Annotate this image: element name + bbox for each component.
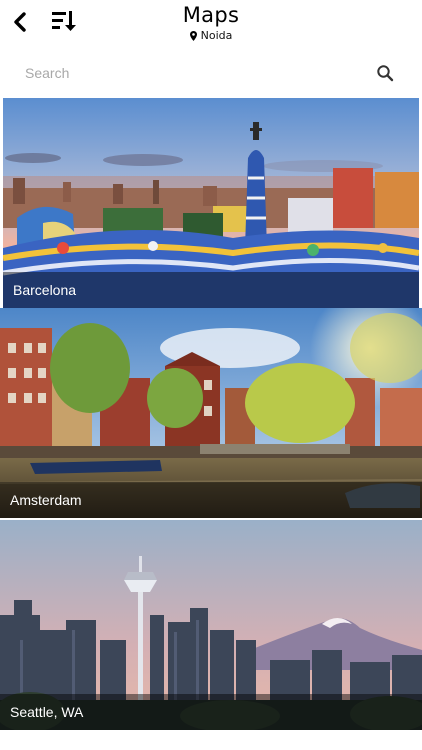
page-title: Maps <box>182 3 240 27</box>
city-name: Amsterdam <box>10 492 82 508</box>
city-name: Seattle, WA <box>10 704 84 720</box>
city-card-seattle[interactable]: Seattle, WA <box>0 520 422 730</box>
search-input[interactable] <box>12 58 352 88</box>
city-name: Barcelona <box>13 282 77 298</box>
chevron-left-icon <box>14 12 26 32</box>
app-header: Maps Noida <box>0 0 422 50</box>
location-selector[interactable]: Noida <box>189 29 233 42</box>
city-card-amsterdam[interactable]: Amsterdam <box>0 308 422 518</box>
search-bar <box>12 56 410 90</box>
city-card-barcelona[interactable]: Barcelona <box>3 98 419 308</box>
sort-button[interactable] <box>48 6 80 36</box>
back-button[interactable] <box>6 8 34 36</box>
map-pin-icon <box>189 31 197 41</box>
search-icon[interactable] <box>376 64 394 82</box>
location-label: Noida <box>200 29 233 42</box>
title-block: Maps Noida <box>150 2 272 46</box>
sort-descending-icon <box>52 11 76 31</box>
